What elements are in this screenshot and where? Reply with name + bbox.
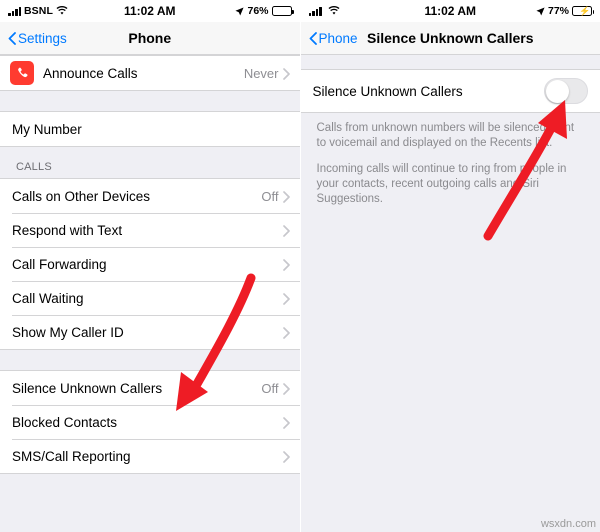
row-value: Off (261, 380, 279, 396)
left-phone-screen: BSNL 11:02 AM 76% Settings Phone Announc… (0, 0, 301, 532)
row-label: Silence Unknown Callers (12, 380, 163, 396)
wifi-icon (328, 6, 340, 16)
calls-group: Calls on Other Devices Off Respond with … (0, 178, 300, 350)
right-status-bar: 11:02 AM 77% ⚡ (300, 0, 600, 22)
watermark: wsxdn.com (540, 518, 596, 530)
blocking-group: Silence Unknown Callers Off Blocked Cont… (0, 370, 300, 474)
announce-calls-group: Announce Calls Never (0, 55, 300, 91)
my-number-group: My Number (0, 111, 300, 147)
row-label: Announce Calls (43, 65, 138, 81)
footnote-primary: Calls from unknown numbers will be silen… (316, 122, 575, 149)
screenshot-pair: BSNL 11:02 AM 76% Settings Phone Announc… (0, 0, 600, 532)
switch-knob (546, 80, 569, 103)
row-label: Respond with Text (12, 222, 123, 238)
signal-bars-icon (8, 6, 21, 16)
row-label: Show My Caller ID (12, 324, 124, 340)
back-to-settings-button[interactable]: Settings (8, 31, 67, 46)
row-label: Call Waiting (12, 290, 84, 306)
chevron-left-icon (309, 31, 317, 45)
calls-section-header: CALLS (16, 161, 52, 173)
location-arrow-icon (536, 6, 545, 16)
row-value: Off (261, 188, 279, 204)
chevron-right-icon (282, 382, 290, 395)
signal-bars-icon (308, 6, 322, 16)
row-label: SMS/Call Reporting (12, 448, 131, 464)
row-label: My Number (12, 121, 82, 137)
silence-unknown-callers-switch[interactable] (544, 78, 588, 104)
chevron-right-icon (282, 258, 290, 271)
wifi-icon (56, 6, 68, 16)
row-my-number[interactable]: My Number (0, 112, 300, 146)
silence-toggle-group: Silence Unknown Callers (300, 69, 600, 113)
chevron-right-icon (282, 292, 290, 305)
toggle-label: Silence Unknown Callers (312, 83, 463, 99)
row-announce-calls[interactable]: Announce Calls Never (0, 56, 300, 90)
row-value: Never (243, 65, 279, 81)
right-status-left (308, 6, 340, 16)
chevron-right-icon (282, 224, 290, 237)
left-nav-bar: Settings Phone (0, 22, 300, 55)
silence-unknown-callers-panel: Silence Unknown Callers Calls from unkno… (300, 55, 600, 532)
row-label: Calls on Other Devices (12, 188, 151, 204)
footnote-secondary: Incoming calls will continue to ring fro… (316, 163, 567, 205)
right-nav-bar: Phone Silence Unknown Callers (300, 22, 600, 55)
left-settings-list[interactable]: Announce Calls Never My Number CALLS Cal… (0, 55, 300, 532)
row-blocked-contacts[interactable]: Blocked Contacts (0, 405, 300, 439)
left-status-right: 76% (235, 5, 294, 17)
left-status-left: BSNL (8, 5, 68, 17)
chevron-right-icon (282, 326, 290, 339)
back-to-phone-button[interactable]: Phone (309, 31, 358, 46)
row-silence-unknown-callers[interactable]: Silence Unknown Callers Off (0, 371, 300, 405)
row-show-my-caller-id[interactable]: Show My Caller ID (0, 315, 300, 349)
carrier-label: BSNL (24, 5, 53, 17)
right-battery-percent: 77% (547, 5, 569, 17)
battery-charging-icon: ⚡ (572, 6, 594, 16)
chevron-right-icon (282, 67, 290, 80)
left-battery-percent: 76% (247, 5, 269, 17)
back-label: Phone (318, 30, 358, 46)
phone-announce-icon (10, 61, 34, 85)
right-phone-screen: 11:02 AM 77% ⚡ Phone Silence Unknown Cal… (300, 0, 600, 532)
row-call-forwarding[interactable]: Call Forwarding (0, 247, 300, 281)
row-sms-call-reporting[interactable]: SMS/Call Reporting (0, 439, 300, 473)
battery-icon (271, 6, 294, 16)
chevron-left-icon (8, 31, 16, 45)
row-label: Call Forwarding (12, 256, 107, 272)
left-status-bar: BSNL 11:02 AM 76% (0, 0, 300, 22)
row-respond-with-text[interactable]: Respond with Text (0, 213, 300, 247)
location-arrow-icon (235, 6, 245, 16)
chevron-right-icon (282, 450, 290, 463)
chevron-right-icon (282, 416, 290, 429)
chevron-right-icon (282, 190, 290, 203)
row-calls-on-other-devices[interactable]: Calls on Other Devices Off (0, 179, 300, 213)
row-label: Blocked Contacts (12, 414, 118, 430)
back-label: Settings (18, 30, 67, 46)
right-status-right: 77% ⚡ (536, 5, 594, 17)
row-call-waiting[interactable]: Call Waiting (0, 281, 300, 315)
row-silence-unknown-callers-toggle[interactable]: Silence Unknown Callers (300, 70, 600, 112)
